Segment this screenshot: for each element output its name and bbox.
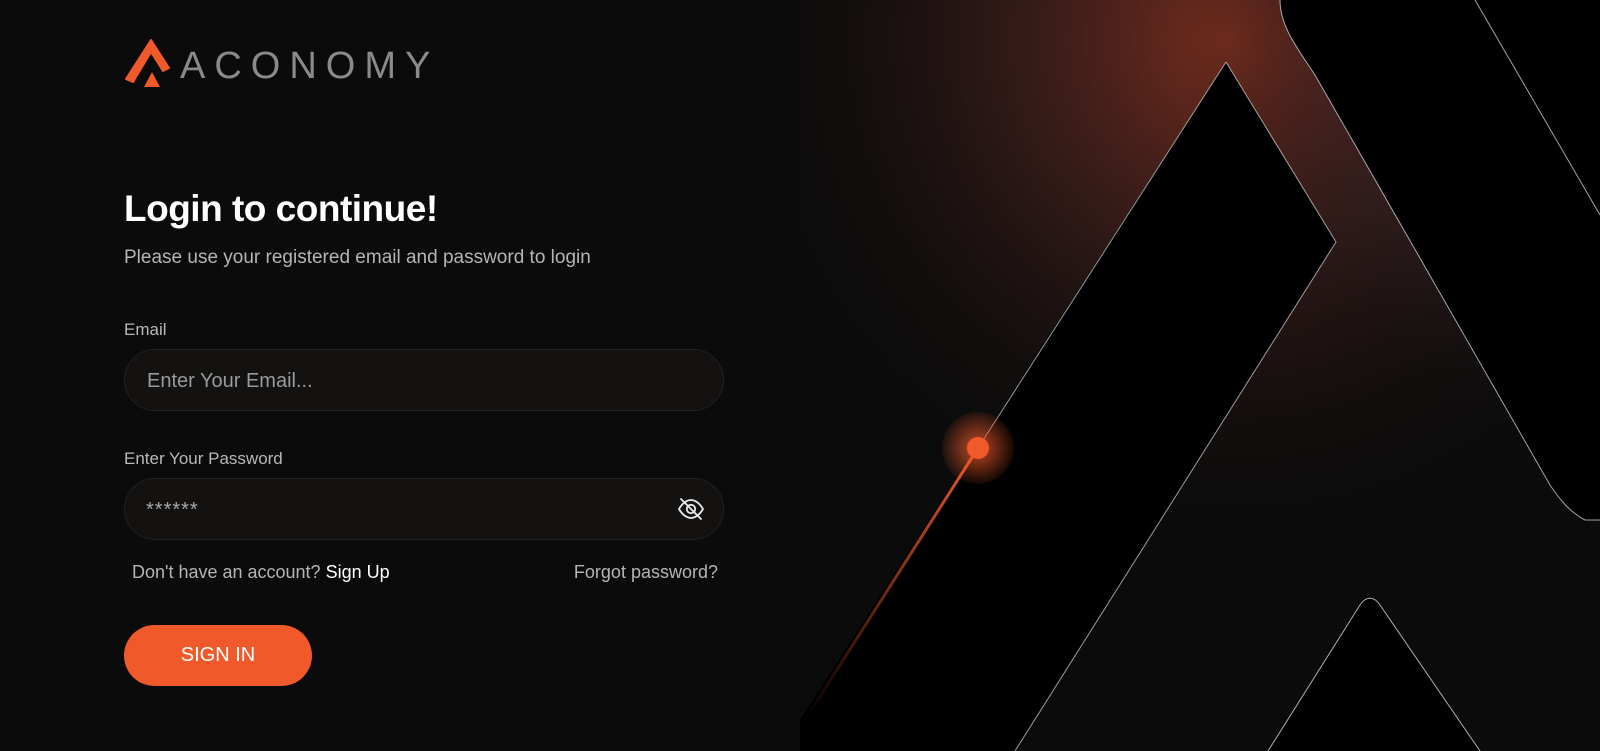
signup-prompt-row: Don't have an account? Sign Up [132, 562, 390, 583]
password-input[interactable]: ****** [146, 499, 199, 522]
login-panel: ACONOMY Login to continue! Please use yo… [0, 0, 800, 751]
signup-link[interactable]: Sign Up [326, 562, 390, 582]
login-page: ACONOMY Login to continue! Please use yo… [0, 0, 1600, 751]
brand-name: ACONOMY [180, 45, 440, 87]
page-title: Login to continue! [124, 188, 438, 229]
brand-artwork [800, 0, 1600, 751]
email-input[interactable] [145, 350, 669, 412]
page-subtitle: Please use your registered email and pas… [124, 247, 591, 268]
brand-artwork-graphic [800, 0, 1600, 751]
sign-in-button[interactable]: SIGN IN [124, 625, 312, 686]
forgot-password-link[interactable]: Forgot password? [574, 562, 718, 583]
password-label: Enter Your Password [124, 449, 283, 468]
signup-prompt: Don't have an account? [132, 562, 321, 582]
password-field-container[interactable]: ****** [124, 478, 724, 540]
email-field-container [124, 349, 724, 412]
brand-logo: ACONOMY [124, 38, 439, 90]
eye-slash-icon[interactable] [677, 496, 705, 522]
brand-logo-mark [125, 39, 170, 87]
email-label: Email [124, 320, 167, 339]
